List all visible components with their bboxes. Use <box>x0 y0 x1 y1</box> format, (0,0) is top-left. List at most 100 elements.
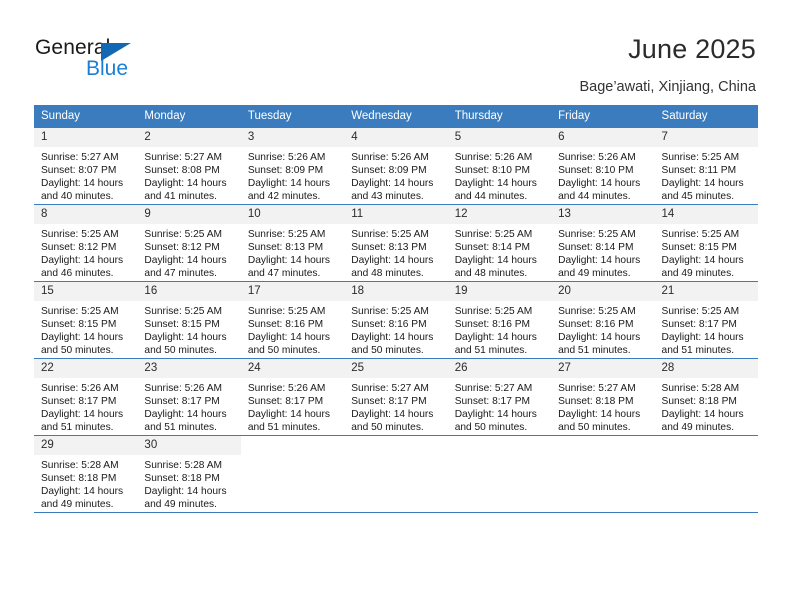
day-details: Sunrise: 5:25 AM Sunset: 8:13 PM Dayligh… <box>344 224 447 280</box>
day-number: 2 <box>137 128 241 147</box>
day-number: 10 <box>240 205 345 224</box>
day-cell[interactable]: 8 Sunrise: 5:25 AM Sunset: 8:12 PM Dayli… <box>34 204 138 282</box>
sunrise-text: Sunrise: 5:27 AM <box>351 383 429 394</box>
day-details: Sunrise: 5:25 AM Sunset: 8:15 PM Dayligh… <box>34 301 137 357</box>
day-number: 3 <box>240 128 345 147</box>
day-cell[interactable]: 4 Sunrise: 5:26 AM Sunset: 8:09 PM Dayli… <box>344 127 448 205</box>
daylight-text-line2: and 44 minutes. <box>454 191 528 203</box>
day-number: 11 <box>344 205 448 224</box>
day-cell[interactable]: 24 Sunrise: 5:26 AM Sunset: 8:17 PM Dayl… <box>240 358 345 436</box>
day-number <box>448 436 551 455</box>
day-cell[interactable]: 6 Sunrise: 5:26 AM Sunset: 8:10 PM Dayli… <box>551 127 655 205</box>
daylight-text-line1: Daylight: 14 hours <box>144 409 227 421</box>
daylight-text-line2: and 46 minutes. <box>41 268 114 280</box>
daylight-text-line1: Daylight: 14 hours <box>351 409 434 421</box>
sunset-text: Sunset: 8:17 PM <box>454 396 531 408</box>
day-cell[interactable]: 19 Sunrise: 5:25 AM Sunset: 8:16 PM Dayl… <box>447 281 552 359</box>
day-cell[interactable]: 23 Sunrise: 5:26 AM Sunset: 8:17 PM Dayl… <box>137 358 241 436</box>
sunset-text: Sunset: 8:14 PM <box>454 242 531 254</box>
day-cell[interactable]: 29 Sunrise: 5:28 AM Sunset: 8:18 PM Dayl… <box>34 435 138 513</box>
sunset-text: Sunset: 8:09 PM <box>351 165 427 177</box>
daylight-text-line2: and 47 minutes. <box>144 268 217 280</box>
day-cell[interactable]: 26 Sunrise: 5:27 AM Sunset: 8:17 PM Dayl… <box>447 358 552 436</box>
day-number <box>344 436 447 455</box>
day-details: Sunrise: 5:25 AM Sunset: 8:16 PM Dayligh… <box>344 301 447 357</box>
daylight-text-line1: Daylight: 14 hours <box>41 486 124 498</box>
page-header: General Blue June 2025 Bage’awati, Xinji… <box>0 0 792 96</box>
daylight-text-line1: Daylight: 14 hours <box>661 178 744 190</box>
day-cell[interactable]: 15 Sunrise: 5:25 AM Sunset: 8:15 PM Dayl… <box>34 281 138 359</box>
calendar-week-row: 29 Sunrise: 5:28 AM Sunset: 8:18 PM Dayl… <box>34 435 758 513</box>
day-cell[interactable]: 13 Sunrise: 5:25 AM Sunset: 8:14 PM Dayl… <box>551 204 655 282</box>
daylight-text-line1: Daylight: 14 hours <box>41 332 124 344</box>
day-number: 17 <box>240 282 345 301</box>
calendar-week-row: 8 Sunrise: 5:25 AM Sunset: 8:12 PM Dayli… <box>34 204 758 282</box>
sunset-text: Sunset: 8:16 PM <box>247 319 324 331</box>
sunrise-text: Sunrise: 5:27 AM <box>454 383 533 394</box>
sunset-text: Sunset: 8:11 PM <box>661 165 737 177</box>
daylight-text-line2: and 44 minutes. <box>558 191 631 203</box>
day-number: 24 <box>240 359 345 378</box>
sunrise-text: Sunrise: 5:25 AM <box>144 229 223 240</box>
daylight-text-line1: Daylight: 14 hours <box>41 178 124 190</box>
day-cell[interactable]: 9 Sunrise: 5:25 AM Sunset: 8:12 PM Dayli… <box>137 204 241 282</box>
day-number: 25 <box>344 359 448 378</box>
day-cell[interactable]: 3 Sunrise: 5:26 AM Sunset: 8:09 PM Dayli… <box>240 127 345 205</box>
day-cell[interactable]: 2 Sunrise: 5:27 AM Sunset: 8:08 PM Dayli… <box>137 127 241 205</box>
sunrise-text: Sunrise: 5:25 AM <box>558 229 636 240</box>
sunset-text: Sunset: 8:17 PM <box>247 396 324 408</box>
day-cell[interactable]: 14 Sunrise: 5:25 AM Sunset: 8:15 PM Dayl… <box>654 204 758 282</box>
day-cell[interactable]: 5 Sunrise: 5:26 AM Sunset: 8:10 PM Dayli… <box>447 127 552 205</box>
sunrise-text: Sunrise: 5:25 AM <box>41 306 119 317</box>
daylight-text-line2: and 50 minutes. <box>454 422 528 434</box>
daylight-text-line1: Daylight: 14 hours <box>558 409 641 421</box>
daylight-text-line2: and 43 minutes. <box>351 191 424 203</box>
daylight-text-line2: and 49 minutes. <box>41 499 114 511</box>
day-number: 4 <box>344 128 448 147</box>
day-cell[interactable]: 22 Sunrise: 5:26 AM Sunset: 8:17 PM Dayl… <box>34 358 138 436</box>
calendar-body: 1 Sunrise: 5:27 AM Sunset: 8:07 PM Dayli… <box>34 127 758 513</box>
day-cell[interactable]: 7 Sunrise: 5:25 AM Sunset: 8:11 PM Dayli… <box>654 127 758 205</box>
day-cell[interactable]: 11 Sunrise: 5:25 AM Sunset: 8:13 PM Dayl… <box>344 204 448 282</box>
calendar-week-row: 15 Sunrise: 5:25 AM Sunset: 8:15 PM Dayl… <box>34 281 758 359</box>
sunrise-text: Sunrise: 5:25 AM <box>454 229 533 240</box>
day-number: 1 <box>34 128 138 147</box>
day-cell[interactable]: 17 Sunrise: 5:25 AM Sunset: 8:16 PM Dayl… <box>240 281 345 359</box>
day-cell[interactable]: 20 Sunrise: 5:25 AM Sunset: 8:16 PM Dayl… <box>551 281 655 359</box>
day-cell[interactable]: 18 Sunrise: 5:25 AM Sunset: 8:16 PM Dayl… <box>344 281 448 359</box>
day-cell[interactable]: 10 Sunrise: 5:25 AM Sunset: 8:13 PM Dayl… <box>240 204 345 282</box>
day-cell[interactable]: 1 Sunrise: 5:27 AM Sunset: 8:07 PM Dayli… <box>34 127 138 205</box>
sunrise-text: Sunrise: 5:26 AM <box>351 152 429 163</box>
daylight-text-line2: and 51 minutes. <box>558 345 631 357</box>
day-number: 27 <box>551 359 655 378</box>
calendar-week-row: 1 Sunrise: 5:27 AM Sunset: 8:07 PM Dayli… <box>34 127 758 205</box>
day-number: 9 <box>137 205 241 224</box>
daylight-text-line1: Daylight: 14 hours <box>454 255 537 267</box>
sunrise-text: Sunrise: 5:25 AM <box>247 229 326 240</box>
calendar-page: General Blue June 2025 Bage’awati, Xinji… <box>0 0 792 612</box>
day-cell[interactable]: 21 Sunrise: 5:25 AM Sunset: 8:17 PM Dayl… <box>654 281 758 359</box>
sunrise-text: Sunrise: 5:25 AM <box>247 306 326 317</box>
day-cell-empty <box>240 435 345 513</box>
day-number: 21 <box>654 282 758 301</box>
daylight-text-line1: Daylight: 14 hours <box>247 178 330 190</box>
column-header-monday: Monday <box>137 105 241 128</box>
sunset-text: Sunset: 8:16 PM <box>558 319 634 331</box>
day-cell[interactable]: 12 Sunrise: 5:25 AM Sunset: 8:14 PM Dayl… <box>447 204 552 282</box>
day-cell[interactable]: 27 Sunrise: 5:27 AM Sunset: 8:18 PM Dayl… <box>551 358 655 436</box>
sunrise-text: Sunrise: 5:26 AM <box>454 152 533 163</box>
day-details: Sunrise: 5:25 AM Sunset: 8:14 PM Dayligh… <box>551 224 654 280</box>
daylight-text-line1: Daylight: 14 hours <box>454 178 537 190</box>
sunrise-text: Sunrise: 5:25 AM <box>351 306 429 317</box>
column-header-tuesday: Tuesday <box>240 105 345 128</box>
column-header-thursday: Thursday <box>447 105 552 128</box>
day-cell[interactable]: 16 Sunrise: 5:25 AM Sunset: 8:15 PM Dayl… <box>137 281 241 359</box>
day-cell[interactable]: 25 Sunrise: 5:27 AM Sunset: 8:17 PM Dayl… <box>344 358 448 436</box>
day-cell[interactable]: 28 Sunrise: 5:28 AM Sunset: 8:18 PM Dayl… <box>654 358 758 436</box>
daylight-text-line2: and 50 minutes. <box>351 422 424 434</box>
daylight-text-line1: Daylight: 14 hours <box>661 332 744 344</box>
day-cell-empty <box>447 435 552 513</box>
day-cell[interactable]: 30 Sunrise: 5:28 AM Sunset: 8:18 PM Dayl… <box>137 435 241 513</box>
daylight-text-line2: and 50 minutes. <box>351 345 424 357</box>
day-details: Sunrise: 5:27 AM Sunset: 8:08 PM Dayligh… <box>137 147 240 203</box>
